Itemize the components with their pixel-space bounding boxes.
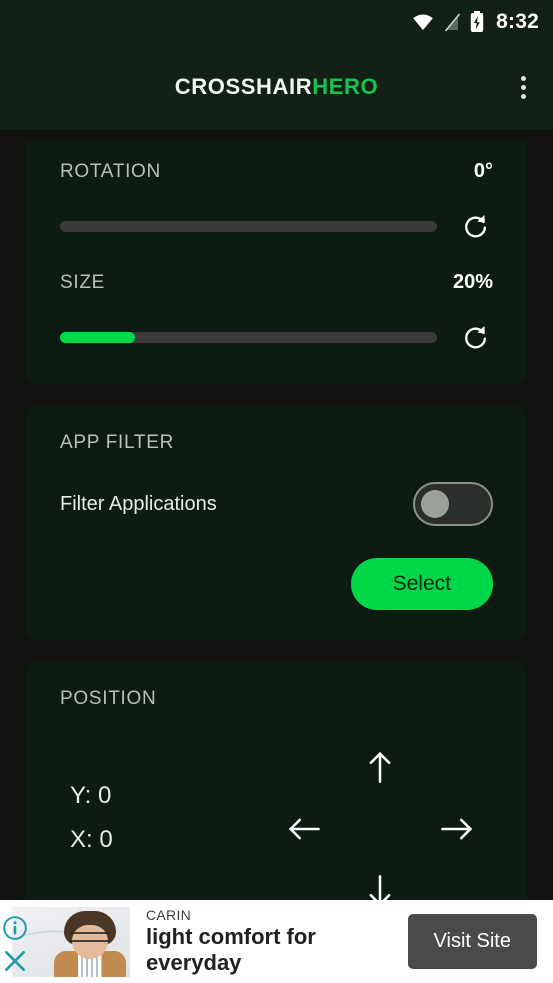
rotation-header: ROTATION 0°	[60, 160, 493, 183]
filter-applications-row: Filter Applications	[60, 482, 493, 526]
ad-headline: light comfort for everyday	[146, 924, 316, 975]
position-body: Y: 0 X: 0	[60, 744, 493, 900]
ad-image-face	[72, 924, 108, 959]
ad-badges	[2, 915, 28, 979]
ad-brand: CARIN	[146, 907, 192, 923]
arrow-down-icon[interactable]	[357, 868, 403, 900]
ad-visit-site-button[interactable]: Visit Site	[407, 914, 537, 969]
no-signal-icon	[443, 12, 461, 32]
overflow-dot	[520, 75, 526, 81]
rotation-value: 0°	[473, 160, 493, 182]
app-root: 8:32 CROSSHAIRHERO ROTATION 0° SIZE 20% …	[0, 0, 553, 983]
position-readouts: Y: 0 X: 0	[60, 744, 268, 894]
app-title-primary: CROSSHAIR	[174, 74, 313, 99]
overflow-dot	[520, 84, 526, 90]
position-card: POSITION Y: 0 X: 0	[26, 662, 527, 900]
toggle-knob	[421, 490, 449, 518]
rotation-slider-row	[60, 209, 493, 243]
arrow-up-icon[interactable]	[357, 744, 403, 790]
app-filter-label: APP FILTER	[60, 432, 174, 453]
sliders-card: ROTATION 0° SIZE 20%	[26, 140, 527, 384]
filter-applications-toggle[interactable]	[413, 482, 493, 526]
rotation-label: ROTATION	[60, 161, 161, 182]
rotation-slider[interactable]	[60, 220, 437, 232]
overflow-dot	[520, 93, 526, 99]
ad-info-icon[interactable]	[2, 915, 28, 946]
battery-charging-icon	[470, 11, 484, 33]
app-bar: CROSSHAIRHERO	[0, 44, 553, 130]
app-title: CROSSHAIRHERO	[175, 74, 378, 100]
ad-image	[12, 906, 130, 977]
size-value: 20%	[452, 271, 493, 293]
status-bar: 8:32	[0, 0, 553, 44]
status-bar-clock: 8:32	[496, 10, 539, 33]
size-label: SIZE	[60, 272, 106, 293]
ad-close-icon[interactable]	[2, 948, 28, 979]
select-apps-button[interactable]: Select	[350, 558, 493, 610]
position-label: POSITION	[60, 688, 157, 709]
app-filter-card: APP FILTER Filter Applications Select	[26, 406, 527, 640]
wifi-icon	[412, 13, 434, 31]
size-slider[interactable]	[60, 331, 437, 343]
size-slider-fill	[60, 331, 136, 343]
position-y-value: Y: 0	[70, 782, 112, 809]
overflow-menu-icon[interactable]	[501, 63, 545, 111]
settings-scroll-area[interactable]: ROTATION 0° SIZE 20% APP FILTER Filter A…	[0, 130, 553, 900]
filter-applications-label: Filter Applications	[60, 492, 217, 515]
size-reset-icon[interactable]	[459, 320, 493, 354]
ad-banner[interactable]: CARIN light comfort for everyday Visit S…	[0, 900, 553, 983]
position-x-value: X: 0	[70, 826, 113, 853]
size-header: SIZE 20%	[60, 271, 493, 294]
arrow-left-icon[interactable]	[281, 806, 327, 852]
arrow-right-icon[interactable]	[434, 806, 480, 852]
rotation-reset-icon[interactable]	[459, 209, 493, 243]
position-dpad	[268, 744, 493, 900]
ad-copy: CARIN light comfort for everyday	[130, 907, 408, 976]
size-slider-row	[60, 320, 493, 354]
select-button-row: Select	[60, 558, 493, 610]
app-title-accent: HERO	[312, 74, 379, 99]
ad-image-glasses	[70, 931, 110, 942]
